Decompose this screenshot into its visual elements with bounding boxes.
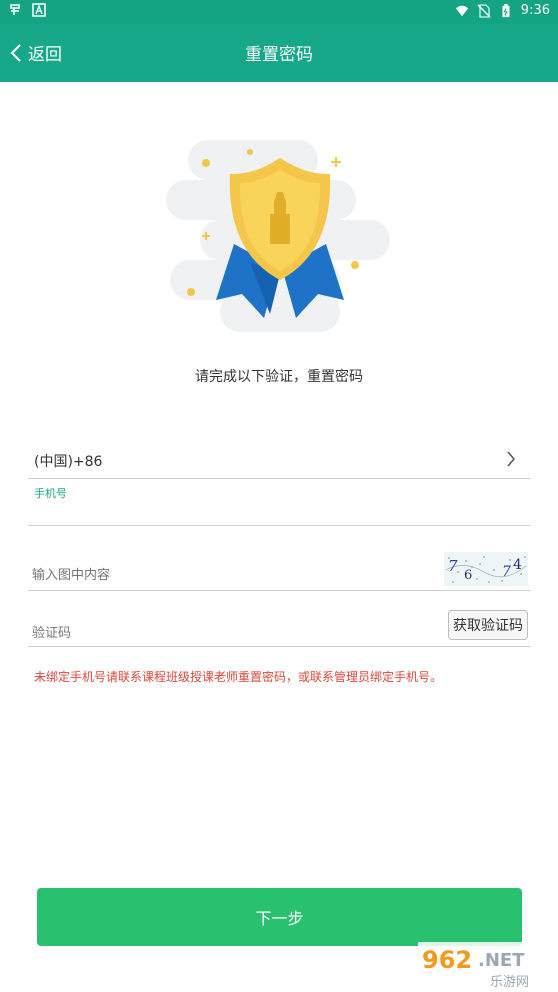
svg-text:.NET: .NET <box>478 950 525 971</box>
wifi-icon <box>455 5 468 16</box>
page-title: 重置密码 <box>245 45 313 65</box>
battery-icon <box>502 3 510 17</box>
app-icon <box>10 4 20 15</box>
chevron-right-icon <box>507 451 515 467</box>
captcha-field[interactable]: 7 6 7 4 <box>28 552 530 591</box>
country-code-selector[interactable]: (中国)+86 <box>28 446 530 479</box>
phone-input[interactable] <box>32 500 432 525</box>
svg-text:6: 6 <box>464 568 472 583</box>
status-bar: 9:36 <box>0 0 558 24</box>
phone-label: 手机号 <box>34 487 67 500</box>
next-button[interactable]: 下一步 <box>37 888 522 946</box>
verification-subtitle: 请完成以下验证，重置密码 <box>195 369 363 385</box>
code-field[interactable]: 获取验证码 <box>28 610 530 647</box>
svg-text:7: 7 <box>502 564 511 580</box>
no-sim-icon <box>477 3 491 18</box>
watermark-logo: 962 .NET 乐游网 <box>418 942 556 990</box>
phone-field[interactable] <box>28 500 530 526</box>
captcha-image[interactable]: 7 6 7 4 <box>444 552 528 586</box>
a-icon <box>32 3 46 17</box>
svg-text:962: 962 <box>422 946 472 974</box>
code-input[interactable] <box>32 622 432 644</box>
svg-text:7: 7 <box>448 557 458 575</box>
binding-notice: 未绑定手机号请联系课程班级授课老师重置密码，或联系管理员绑定手机号。 <box>34 670 443 684</box>
country-code-value: (中国)+86 <box>34 454 103 470</box>
shield-badge-icon <box>166 140 390 332</box>
get-code-button[interactable]: 获取验证码 <box>448 610 528 640</box>
status-time: 9:36 <box>520 3 550 18</box>
svg-text:4: 4 <box>513 557 522 573</box>
svg-text:乐游网: 乐游网 <box>490 975 529 990</box>
app-bar: 返回 重置密码 <box>0 24 558 82</box>
captcha-input[interactable] <box>32 564 432 586</box>
